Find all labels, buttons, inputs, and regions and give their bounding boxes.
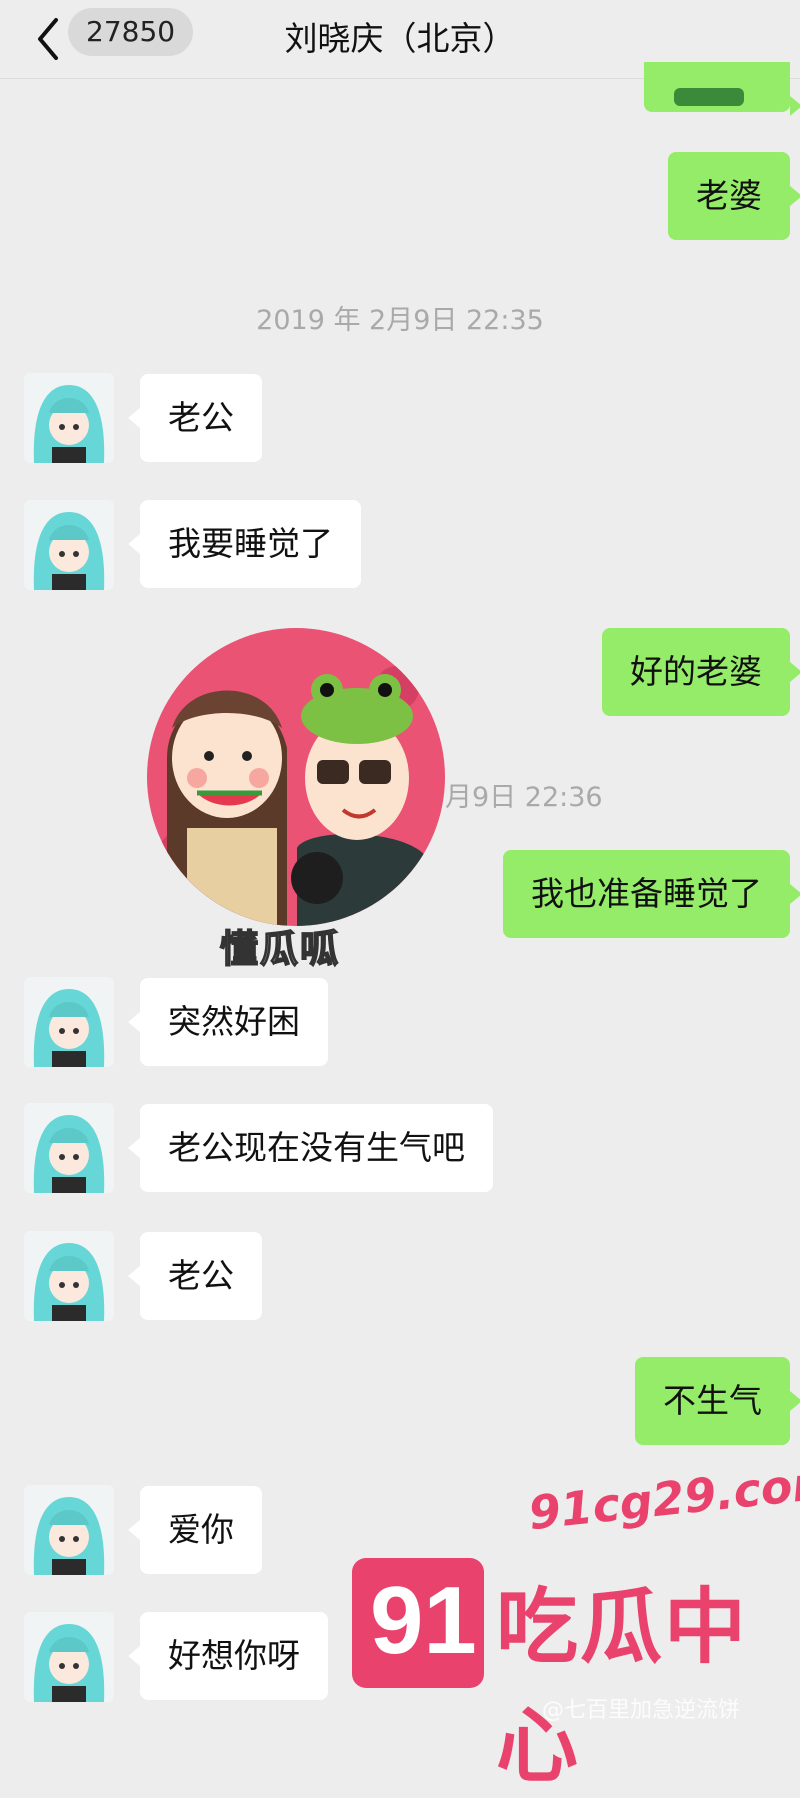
contact-avatar-icon[interactable] (24, 373, 114, 463)
chat-title: 刘晓庆（北京） (284, 19, 516, 58)
message-bubble-in[interactable]: 突然好困 (128, 978, 328, 1066)
partial-message-bubble (644, 62, 800, 116)
message-bubble-in[interactable]: 爱你 (128, 1486, 262, 1574)
contact-avatar-icon[interactable] (24, 500, 114, 590)
timestamp: 2019 年 2月9日 22:35 (256, 305, 544, 336)
watermark-credit: @七百里加急逆流饼 (542, 1698, 741, 1723)
message-bubble-in[interactable]: 好想你呀 (128, 1612, 328, 1700)
watermark-name: 吃瓜中心 (496, 1580, 749, 1794)
message-bubble-in[interactable]: 我要睡觉了 (128, 500, 361, 588)
message-bubble-out[interactable]: 老婆 (668, 152, 800, 240)
watermark-number-badge: 91 (352, 1558, 484, 1688)
message-bubble-out[interactable]: 好的老婆 (602, 628, 800, 716)
contact-avatar-icon[interactable] (24, 1612, 114, 1702)
message-bubble-in[interactable]: 老公 (128, 374, 262, 462)
message-bubble-out[interactable]: 不生气 (635, 1357, 800, 1445)
contact-avatar-icon[interactable] (24, 1485, 114, 1575)
sticker-caption: 懂瓜呱 (219, 926, 341, 972)
watermark-site: 91cg29.com (526, 1453, 800, 1541)
contact-avatar-icon[interactable] (24, 1231, 114, 1321)
cartoon-couple-sticker (147, 628, 445, 926)
message-bubble-in[interactable]: 老公 (128, 1232, 262, 1320)
message-bubble-out[interactable]: 我也准备睡觉了 (503, 850, 800, 938)
timestamp: 月9日 22:36 (445, 782, 603, 813)
contact-avatar-icon[interactable] (24, 977, 114, 1067)
message-bubble-in[interactable]: 老公现在没有生气吧 (128, 1104, 493, 1192)
watermark-number: 91 (370, 1567, 477, 1674)
emoji-stickers (674, 88, 744, 106)
contact-avatar-icon[interactable] (24, 1103, 114, 1193)
